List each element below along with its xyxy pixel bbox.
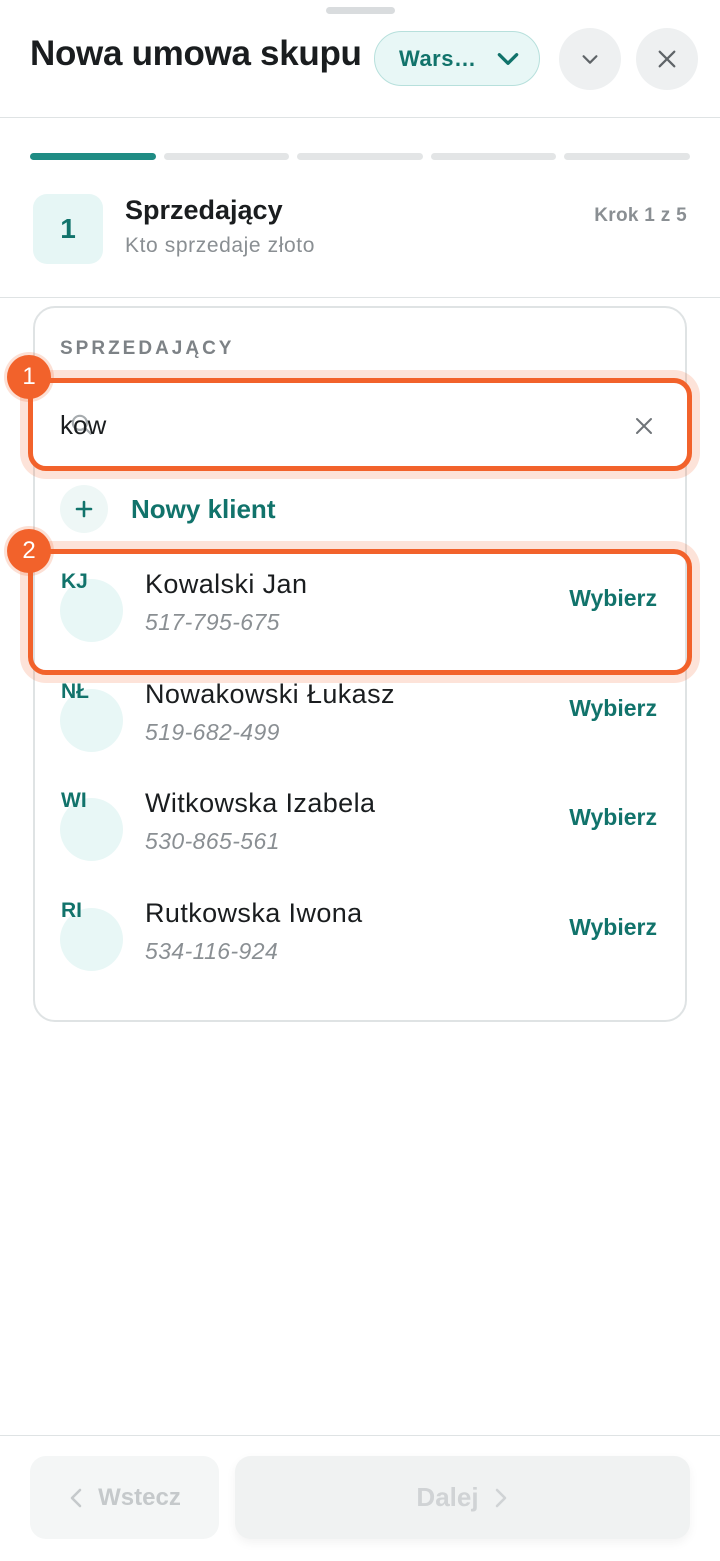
progress-segment	[30, 153, 156, 160]
back-button[interactable]: Wstecz	[30, 1456, 219, 1539]
select-client-button[interactable]: Wybierz	[569, 914, 657, 941]
close-button[interactable]	[636, 28, 698, 90]
client-phone: 519-682-499	[145, 719, 280, 745]
client-name: Nowakowski Łukasz	[145, 679, 395, 709]
avatar-initials: WI	[61, 789, 87, 812]
avatar-initials: NŁ	[61, 680, 89, 703]
progress-segment	[163, 153, 290, 160]
annotation-badge: 2	[7, 529, 51, 573]
step-counter: Krok 1 z 5	[594, 205, 687, 226]
next-label: Dalej	[416, 1482, 479, 1512]
client-name: Witkowska Izabela	[145, 788, 376, 818]
step-number: 1	[33, 194, 103, 264]
page-title: Nowa umowa skupu	[30, 34, 362, 73]
client-phone: 534-116-924	[145, 938, 279, 964]
back-label: Wstecz	[98, 1483, 181, 1511]
annotation-badge: 1	[7, 355, 51, 399]
sheet-header: Nowa umowa skupu Wars…	[0, 0, 720, 118]
plus-icon	[60, 485, 108, 533]
client-row[interactable]: WI Witkowska Izabela 530-865-561 Wybierz	[35, 776, 685, 884]
client-phone: 530-865-561	[145, 828, 280, 854]
select-client-button[interactable]: Wybierz	[569, 695, 657, 722]
chevron-down-icon	[582, 55, 598, 64]
step-title: Sprzedający	[125, 195, 283, 225]
chevron-right-icon	[495, 1488, 506, 1507]
progress-segment	[564, 153, 690, 160]
highlight-frame	[28, 549, 692, 675]
step-subtitle: Kto sprzedaje złoto	[125, 234, 316, 257]
client-row[interactable]: RI Rutkowska Iwona 534-116-924 Wybierz	[35, 886, 685, 994]
close-icon	[658, 50, 676, 68]
client-row[interactable]: NŁ Nowakowski Łukasz 519-682-499 Wybierz	[35, 667, 685, 775]
new-client-label: Nowy klient	[131, 493, 276, 524]
collapse-button[interactable]	[559, 28, 621, 90]
chevron-down-icon	[497, 53, 519, 65]
step-progress-bar	[30, 153, 690, 161]
footer-bar: Wstecz Dalej	[0, 1435, 720, 1561]
new-client-button[interactable]: Nowy klient	[60, 485, 275, 533]
next-button[interactable]: Dalej	[235, 1456, 690, 1539]
avatar-initials: RI	[61, 899, 82, 922]
progress-segment	[297, 153, 423, 160]
step-header: 1 Sprzedający Kto sprzedaje złoto Krok 1…	[0, 176, 720, 298]
select-client-button[interactable]: Wybierz	[569, 804, 657, 831]
branch-label: Wars…	[399, 45, 477, 71]
chevron-left-icon	[70, 1488, 82, 1507]
client-name: Rutkowska Iwona	[145, 898, 363, 928]
search-value[interactable]: kow	[60, 410, 106, 441]
clear-search-icon[interactable]	[635, 417, 653, 435]
search-input[interactable]: kow	[28, 378, 692, 471]
section-label: SPRZEDAJĄCY	[60, 338, 235, 359]
progress-segment	[430, 153, 557, 160]
branch-selector[interactable]: Wars…	[374, 31, 540, 86]
